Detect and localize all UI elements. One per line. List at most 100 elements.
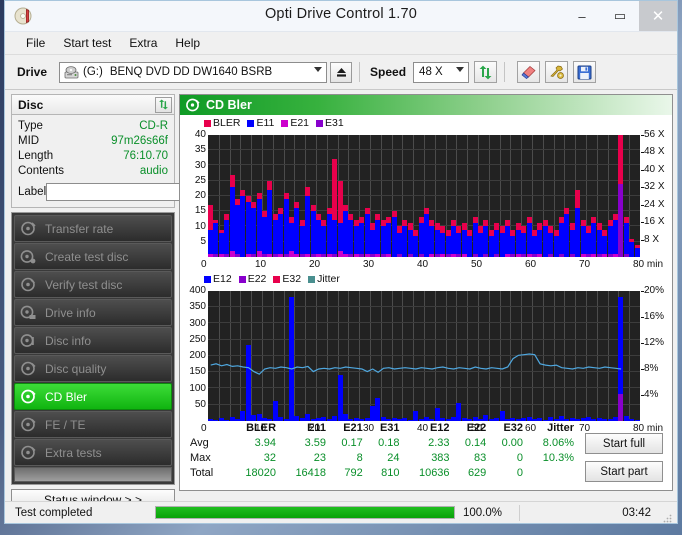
sidebar-item-transfer-rate[interactable]: Transfer rate — [14, 215, 172, 242]
save-floppy-icon — [577, 65, 592, 79]
sidebar-label-extra-tests: Extra tests — [45, 445, 102, 460]
x-tick-label: 20 — [309, 259, 321, 270]
resize-grip-icon[interactable] — [663, 510, 672, 523]
bar-e31 — [624, 254, 629, 257]
stats-col-e21: E21 — [343, 422, 363, 434]
toolbar-separator-1 — [359, 62, 361, 82]
close-button[interactable]: ✕ — [639, 1, 677, 31]
stats-table: BLER E11 E21 E31 E12 E22 E32 Jitter Avg — [188, 422, 576, 480]
y-tick-label: 200 — [189, 350, 206, 361]
refresh-arrows-icon — [159, 99, 168, 110]
drive-select[interactable]: (G:) BENQ DVD DD DW1640 BSRB — [59, 61, 328, 83]
minimize-button[interactable]: – — [563, 1, 601, 31]
toolbar: Drive (G:) BENQ DVD DD DW1640 BSRB Speed… — [5, 55, 677, 90]
disc-key-mid: MID — [18, 134, 40, 147]
y2-tick — [641, 317, 644, 318]
y2-tick — [641, 169, 644, 171]
bar-e11 — [429, 226, 434, 257]
y-tick-label: 150 — [189, 366, 206, 378]
y2-tick-label: 16 X — [644, 216, 665, 228]
bar-e11 — [467, 236, 472, 257]
disc-test-icon — [20, 221, 38, 237]
disc-refresh-button[interactable] — [155, 96, 172, 113]
y2-tick — [641, 239, 644, 241]
sidebar-item-fe-te[interactable]: FE / TE — [14, 411, 172, 438]
save-button[interactable] — [573, 61, 597, 83]
start-full-button[interactable]: Start full — [585, 433, 663, 454]
stats-col-e11: E11 — [307, 422, 327, 434]
stats-max-e11: 23 — [313, 451, 327, 464]
bar-e31 — [532, 254, 537, 257]
sidebar-label-disc-info: Disc info — [45, 333, 92, 348]
sidebar-item-cd-bler[interactable]: CD Bler — [14, 383, 172, 410]
bar-e31 — [446, 254, 451, 257]
stats-max-e32: 0 — [516, 451, 524, 464]
legend-item-e12: E12 — [204, 273, 232, 285]
disc-value-type: CD-R — [139, 119, 168, 132]
close-icon: ✕ — [651, 8, 665, 25]
bar-e21 — [278, 254, 283, 257]
legend-swatch-e32 — [273, 275, 281, 283]
bar-e11 — [375, 220, 380, 257]
bar-e21 — [294, 254, 299, 257]
y2-tick — [641, 187, 644, 189]
tools-button[interactable] — [545, 61, 569, 83]
legend-swatch-e22 — [238, 275, 246, 283]
bar-e11 — [213, 223, 218, 257]
disc-value-contents: audio — [139, 164, 168, 177]
bar-e21 — [591, 254, 596, 257]
menu-item-start-test[interactable]: Start test — [54, 34, 120, 52]
bar-e31 — [608, 254, 613, 257]
bar-e31 — [494, 254, 499, 257]
legend-label-e21: E21 — [290, 117, 310, 129]
stats-row-avg: Avg 3.94 3.59 0.17 0.18 2.33 0.14 0.00 8… — [188, 435, 576, 450]
sidebar-item-disc-info[interactable]: Disc info — [14, 327, 172, 354]
y-tick-label: 400 — [189, 285, 206, 296]
menu-item-file[interactable]: File — [17, 34, 54, 52]
bar-e11 — [294, 208, 299, 257]
stats-max-bler: 32 — [263, 451, 277, 464]
disc-key-type: Type — [18, 119, 43, 132]
speed-label: Speed — [370, 65, 407, 79]
speed-select[interactable]: 48 X — [413, 61, 470, 83]
eject-button[interactable] — [330, 61, 353, 83]
e12-jitter-chart-legend: E12 E22 E32 Jitter — [204, 273, 344, 285]
y2-tick-label: 4% — [644, 389, 659, 400]
y2-tick-label: 8 X — [644, 233, 660, 245]
y-tick-label: 5 — [200, 235, 206, 247]
bar-e11 — [359, 223, 364, 257]
stats-max-e31: 24 — [387, 451, 400, 464]
sidebar-item-extra-tests[interactable]: Extra tests — [14, 439, 172, 466]
sidebar-item-drive-info[interactable]: Drive info — [14, 299, 172, 326]
sidebar-item-create-test-disc[interactable]: Create test disc — [14, 243, 172, 270]
legend-label-bler: BLER — [213, 117, 241, 129]
erase-button[interactable] — [517, 61, 541, 83]
menu-item-extra[interactable]: Extra — [120, 34, 166, 52]
bar-e21 — [462, 254, 467, 257]
stats-col-jitter: Jitter — [547, 422, 574, 434]
sidebar-item-verify-test-disc[interactable]: Verify test disc — [14, 271, 172, 298]
disc-label-input[interactable] — [46, 182, 197, 201]
drive-letter: (G:) — [83, 66, 103, 78]
nav-panel-filler — [14, 467, 172, 482]
stats-avg-e11: 3.59 — [304, 436, 327, 449]
start-part-button[interactable]: Start part — [585, 461, 663, 482]
y-tick-label: 25 — [194, 174, 206, 186]
x-tick-label: 30 — [363, 259, 375, 270]
y-tick-label: 10 — [194, 220, 206, 232]
y2-tick-label: 48 X — [644, 146, 665, 158]
bar-e11 — [402, 226, 407, 257]
y2-tick — [641, 204, 644, 206]
maximize-button[interactable]: ▭ — [601, 1, 639, 31]
menu-item-help[interactable]: Help — [166, 34, 209, 52]
x-tick-label: 80 min — [633, 259, 664, 270]
stats-col-bler: BLER — [246, 422, 277, 434]
refresh-button[interactable] — [474, 61, 498, 83]
bar-e11 — [629, 242, 634, 257]
bar-e31 — [473, 254, 478, 257]
disc-info-box: Type CD-R MID 97m26s66f Length 76:10.70 … — [11, 114, 216, 208]
stats-col-e32: E32 — [503, 422, 524, 434]
disc-label-caption: Label — [18, 185, 47, 198]
stats-body: Avg 3.94 3.59 0.17 0.18 2.33 0.14 0.00 8… — [188, 435, 576, 480]
sidebar-item-disc-quality[interactable]: Disc quality — [14, 355, 172, 382]
